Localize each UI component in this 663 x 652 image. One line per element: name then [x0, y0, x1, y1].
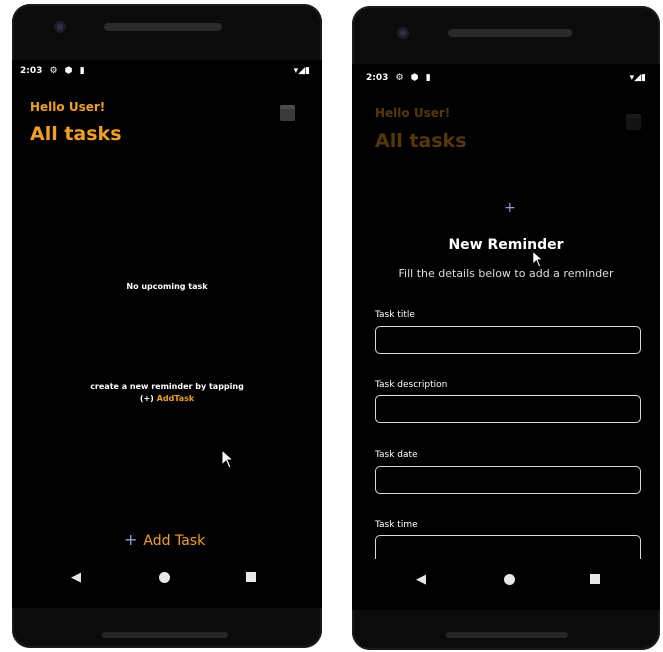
modal-plus-icon: +: [504, 200, 516, 216]
mouse-cursor-icon: [221, 449, 235, 469]
front-camera-icon: [397, 27, 409, 39]
plus-icon: +: [124, 530, 138, 549]
add-task-button[interactable]: + Add Task: [124, 530, 205, 549]
status-time: 2:03: [366, 73, 389, 83]
status-bar: 2:03 ⚙ ⬢ ▮: [20, 66, 85, 76]
greeting: Hello User!: [375, 106, 451, 120]
task-title-input[interactable]: [375, 326, 641, 354]
task-description-input[interactable]: [375, 395, 641, 423]
settings-status-icon: ⚙: [49, 66, 58, 76]
front-camera-icon: [54, 21, 66, 33]
app-screen: 2:03 ⚙ ⬢ ▮ ▾◢▮ Hello User! All tasks No …: [12, 60, 322, 608]
hint-prefix: (+): [139, 394, 157, 403]
battery-icon: ▮: [305, 66, 310, 76]
back-nav-icon[interactable]: ◀: [71, 570, 81, 585]
add-task-link[interactable]: AddTask: [157, 394, 195, 403]
battery-icon: ▮: [641, 73, 646, 83]
greeting: Hello User!: [30, 100, 106, 114]
sd-card-status-icon: ▮: [79, 66, 85, 76]
status-right-icons: ▾◢▮: [294, 66, 310, 76]
empty-state-hint: create a new reminder by tapping: [90, 382, 244, 391]
signal-icon: ◢: [298, 66, 306, 76]
task-date-label: Task date: [375, 450, 418, 460]
home-nav-icon[interactable]: [504, 574, 515, 585]
app-screen: 2:03 ⚙ ⬢ ▮ ▾◢▮ Hello User! All tasks + N…: [352, 64, 660, 610]
page-title: All tasks: [375, 130, 467, 152]
modal-subtitle: Fill the details below to add a reminder: [398, 267, 614, 280]
speaker-grille: [448, 29, 572, 37]
task-description-label: Task description: [375, 380, 448, 390]
home-indicator: [446, 632, 568, 638]
speaker-grille: [104, 23, 222, 31]
task-time-label: Task time: [375, 520, 418, 530]
task-time-input[interactable]: [375, 535, 641, 559]
home-nav-icon[interactable]: [159, 572, 170, 583]
calendar-icon[interactable]: [280, 105, 295, 121]
status-time: 2:03: [20, 66, 43, 76]
shield-status-icon: ⬢: [410, 73, 419, 83]
task-title-label: Task title: [375, 310, 415, 320]
mouse-cursor-icon: [532, 250, 544, 268]
back-nav-icon[interactable]: ◀: [416, 572, 426, 587]
task-date-input[interactable]: [375, 466, 641, 494]
add-task-label: Add Task: [143, 533, 206, 549]
shield-status-icon: ⬢: [64, 66, 73, 76]
signal-icon: ◢: [634, 73, 642, 83]
calendar-icon: [626, 114, 641, 130]
status-bar: 2:03 ⚙ ⬢ ▮: [366, 73, 431, 83]
page-title: All tasks: [30, 123, 122, 145]
settings-status-icon: ⚙: [395, 73, 404, 83]
recents-nav-icon[interactable]: [246, 572, 256, 582]
status-right-icons: ▾◢▮: [630, 73, 646, 83]
empty-state-message: No upcoming task: [126, 282, 208, 291]
phone-left: 2:03 ⚙ ⬢ ▮ ▾◢▮ Hello User! All tasks No …: [12, 4, 322, 648]
empty-state-hint-line2: (+) AddTask: [12, 394, 322, 403]
recents-nav-icon[interactable]: [590, 574, 600, 584]
sd-card-status-icon: ▮: [425, 73, 431, 83]
home-indicator: [102, 632, 228, 638]
modal-title: New Reminder: [448, 237, 564, 253]
phone-right: 2:03 ⚙ ⬢ ▮ ▾◢▮ Hello User! All tasks + N…: [352, 6, 660, 650]
